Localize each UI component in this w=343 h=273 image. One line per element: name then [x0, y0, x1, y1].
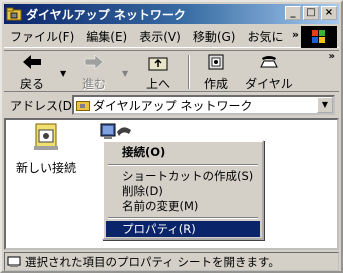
address-value: ダイヤルアップ ネットワーク	[93, 98, 253, 113]
up-button[interactable]: 上へ	[138, 53, 178, 91]
forward-button[interactable]: 進む	[74, 53, 114, 91]
toolbar: 戻る ▼ 進む ▼ 上へ 作成 ダイヤル »	[4, 50, 339, 92]
toolbar-overflow-chevron-icon[interactable]: »	[329, 51, 335, 62]
list-item[interactable]: 新しい接続	[16, 122, 76, 176]
new-connection-label: 新しい接続	[16, 161, 77, 175]
back-dropdown-arrow-icon[interactable]: ▼	[60, 69, 66, 78]
close-button[interactable]: ×	[321, 6, 337, 20]
menu-item-rename[interactable]: 名前の変更(M)	[106, 198, 260, 214]
window: ダイヤルアップ ネットワーク _ □ × ファイル(F) 編集(E) 表示(V)…	[0, 0, 343, 273]
maximize-button[interactable]: □	[303, 6, 319, 20]
menu-separator	[108, 217, 258, 219]
back-label: 戻る	[19, 77, 44, 91]
menu-file[interactable]: ファイル(F)	[4, 28, 80, 45]
address-bar: アドレス(D) ダイヤルアップ ネットワーク ▼	[4, 94, 339, 116]
menu-bar: ファイル(F) 編集(E) 表示(V) 移動(G) お気に »	[4, 26, 339, 48]
address-label: アドレス(D)	[10, 98, 77, 113]
status-icon	[7, 256, 21, 267]
menu-view[interactable]: 表示(V)	[133, 28, 187, 45]
create-connection-icon	[208, 54, 224, 70]
windows-logo-icon	[301, 26, 337, 48]
status-bar: 選択された項目のプロパティ シートを開きます。	[4, 252, 339, 271]
up-folder-icon	[148, 57, 168, 71]
menu-edit[interactable]: 編集(E)	[80, 28, 133, 45]
create-label: 作成	[203, 77, 228, 91]
dialup-folder-icon	[6, 6, 22, 22]
dialup-folder-small-icon	[76, 101, 90, 111]
menu-item-delete[interactable]: 削除(D)	[106, 183, 260, 199]
minimize-button[interactable]: _	[285, 6, 301, 20]
address-dropdown-arrow-icon[interactable]: ▼	[317, 97, 333, 113]
forward-label: 進む	[81, 77, 106, 91]
dialer-phone-icon	[260, 56, 278, 68]
address-input[interactable]: ダイヤルアップ ネットワーク ▼	[72, 95, 335, 115]
menu-item-create-shortcut[interactable]: ショートカットの作成(S)	[106, 168, 260, 184]
forward-arrow-icon	[84, 54, 104, 70]
menu-separator	[108, 164, 258, 166]
menu-overflow-chevron-icon[interactable]: »	[292, 28, 299, 41]
toolbar-separator	[188, 55, 190, 89]
status-text: 選択された項目のプロパティ シートを開きます。	[25, 254, 280, 269]
back-arrow-icon	[23, 55, 41, 69]
up-label: 上へ	[145, 77, 170, 91]
new-connection-icon	[34, 123, 58, 150]
menu-favorites[interactable]: お気に	[241, 28, 289, 45]
forward-dropdown-arrow-icon[interactable]: ▼	[122, 69, 128, 78]
context-menu: 接続(O) ショートカットの作成(S) 削除(D) 名前の変更(M) プロパティ…	[102, 140, 264, 240]
menu-item-properties[interactable]: プロパティ(R)	[106, 221, 260, 237]
back-button[interactable]: 戻る	[12, 53, 52, 91]
dialer-button[interactable]: ダイヤル	[242, 53, 296, 91]
menu-go[interactable]: 移動(G)	[187, 28, 242, 45]
window-title: ダイヤルアップ ネットワーク	[26, 7, 186, 22]
title-bar[interactable]: ダイヤルアップ ネットワーク _ □ ×	[4, 4, 339, 24]
create-button[interactable]: 作成	[196, 53, 236, 91]
dialer-label: ダイヤル	[245, 77, 293, 91]
menu-item-connect[interactable]: 接続(O)	[106, 144, 260, 160]
